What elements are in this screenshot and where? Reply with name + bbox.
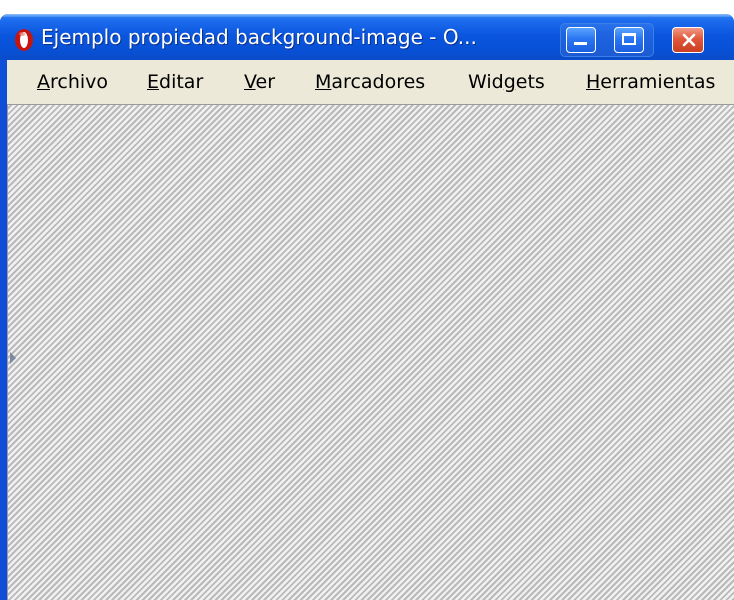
title-bar[interactable]: Ejemplo propiedad background-image - O..… [0, 14, 734, 60]
opera-icon[interactable] [14, 28, 34, 52]
menu-bar: Archivo Editar Ver Marcadores Widgets He… [7, 60, 734, 104]
page-content-striped-background[interactable] [7, 104, 734, 600]
menu-item-ver[interactable]: Ver [244, 60, 275, 104]
menu-item-widgets[interactable]: Widgets [468, 60, 545, 104]
panel-toggle-arrow-icon[interactable] [10, 352, 16, 364]
menu-item-archivo[interactable]: Archivo [37, 60, 108, 104]
minimize-icon [574, 42, 587, 45]
window-title: Ejemplo propiedad background-image - O..… [41, 25, 477, 49]
browser-window: Ejemplo propiedad background-image - O..… [0, 14, 734, 600]
menu-item-marcadores[interactable]: Marcadores [315, 60, 425, 104]
minimize-button[interactable] [566, 27, 596, 53]
menu-item-editar[interactable]: Editar [147, 60, 203, 104]
close-icon [682, 33, 696, 47]
maximize-button[interactable] [614, 27, 644, 53]
title-bar-highlight [0, 14, 734, 17]
maximize-icon [622, 33, 636, 45]
menu-item-herramientas[interactable]: Herramientas [586, 60, 715, 104]
close-button[interactable] [672, 27, 704, 53]
